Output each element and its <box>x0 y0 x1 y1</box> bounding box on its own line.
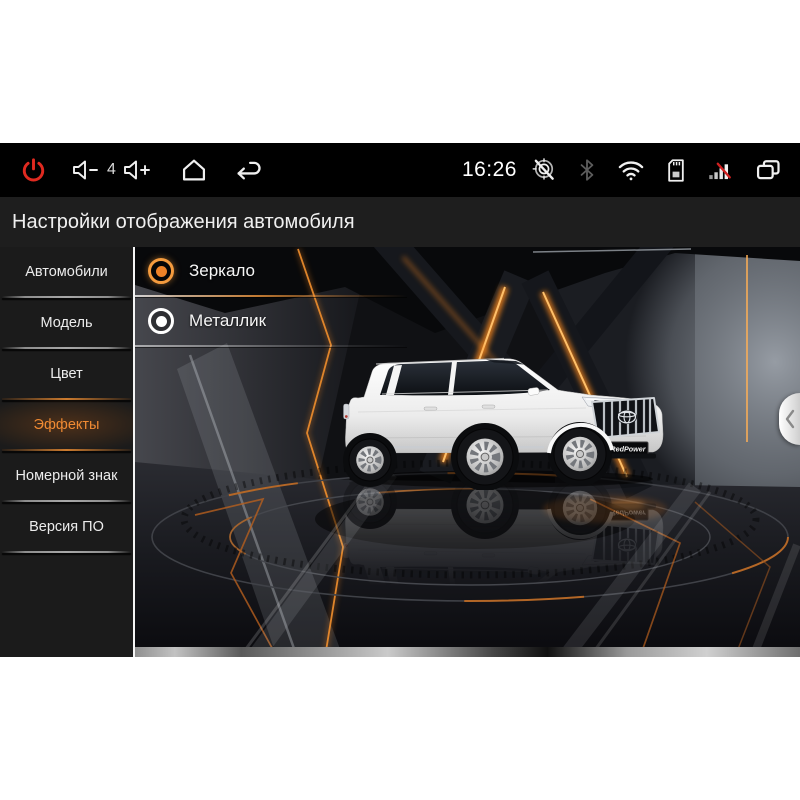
volume-down-icon[interactable] <box>71 157 101 183</box>
sidebar-item-color[interactable]: Цвет <box>0 349 133 398</box>
chevron-left-icon <box>782 399 798 439</box>
option-label: Зеркало <box>189 261 255 281</box>
no-signal-icon <box>707 158 732 182</box>
car-preview-scene: RedPower <box>135 247 800 657</box>
car-floor-reflection <box>336 472 666 612</box>
back-icon[interactable] <box>234 157 264 183</box>
car-3d-model <box>336 350 666 490</box>
gps-off-icon <box>531 157 557 183</box>
status-bar: 4 16:26 <box>0 143 800 197</box>
bluetooth-icon <box>577 157 597 183</box>
radio-selected-icon <box>148 258 174 284</box>
sidebar-item-plate[interactable]: Номерной знак <box>0 451 133 500</box>
head-unit-screen: 4 16:26 <box>0 143 800 657</box>
home-icon[interactable] <box>180 157 208 183</box>
floor-edge-strip <box>135 647 800 657</box>
sidebar-item-software[interactable]: Версия ПО <box>0 502 133 551</box>
option-divider <box>135 345 407 347</box>
radio-unselected-icon <box>148 308 174 334</box>
option-label: Металлик <box>189 311 266 331</box>
collapse-panel-handle[interactable] <box>779 393 800 445</box>
option-mirror[interactable]: Зеркало <box>135 247 407 295</box>
volume-up-icon[interactable] <box>122 157 152 183</box>
sidebar: Автомобили Модель Цвет Эффекты Номерной … <box>0 247 133 657</box>
sidebar-item-effects[interactable]: Эффекты <box>0 400 133 449</box>
option-metallic[interactable]: Металлик <box>135 297 407 345</box>
effects-options: Зеркало Металлик <box>135 247 407 347</box>
page-title: Настройки отображения автомобиля <box>12 211 355 234</box>
sidebar-item-model[interactable]: Модель <box>0 298 133 347</box>
sidebar-item-cars[interactable]: Автомобили <box>0 247 133 296</box>
sidebar-divider <box>2 551 131 553</box>
sd-card-icon <box>665 158 687 183</box>
clock: 16:26 <box>462 158 517 182</box>
wifi-icon <box>617 158 645 182</box>
page-title-bar: Настройки отображения автомобиля <box>0 197 800 247</box>
multi-window-icon[interactable] <box>754 157 782 183</box>
power-icon[interactable] <box>20 157 47 184</box>
volume-level: 4 <box>107 161 116 179</box>
